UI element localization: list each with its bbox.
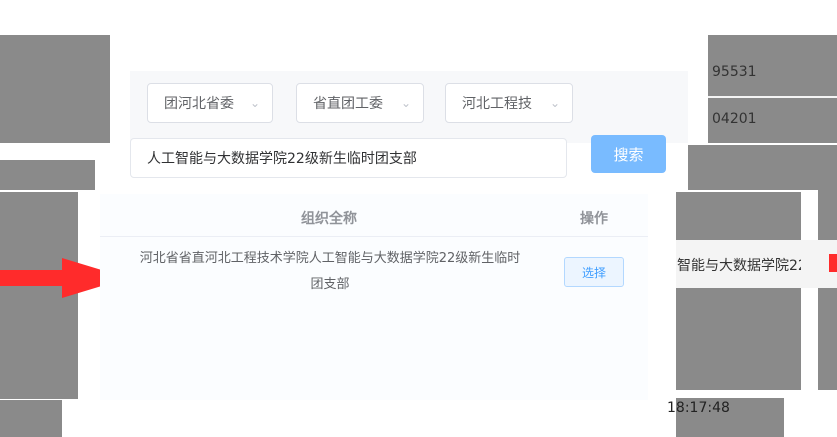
background-cell-text: 04201 [712, 111, 757, 127]
background-panel-left-mid [0, 160, 95, 190]
background-panel-bottom-left [0, 400, 62, 437]
search-button[interactable]: 搜索 [591, 135, 666, 173]
department-select[interactable]: 省直团工委 ⌄ [296, 83, 424, 123]
select-organization-button[interactable]: 选择 [564, 257, 624, 287]
school-select-value: 河北工程技 [462, 96, 532, 112]
province-select[interactable]: 团河北省委 ⌄ [147, 83, 273, 123]
background-panel-left-top [0, 35, 110, 143]
department-select-value: 省直团工委 [313, 96, 383, 112]
background-cell-text: 95531 [712, 64, 757, 80]
chevron-down-icon: ⌄ [549, 96, 560, 110]
organization-full-name-line: 河北省省直河北工程技术学院人工智能与大数据学院22级新生临时 [139, 251, 521, 266]
school-select[interactable]: 河北工程技 ⌄ [445, 83, 573, 123]
search-button-label: 搜索 [613, 145, 644, 164]
organization-search-input[interactable]: 人工智能与大数据学院22级新生临时团支部 [130, 138, 567, 178]
table-header-divider [100, 236, 648, 237]
background-red-marker [829, 254, 837, 272]
chevron-down-icon: ⌄ [400, 96, 411, 110]
chevron-down-icon: ⌄ [249, 96, 260, 110]
select-button-label: 选择 [581, 265, 606, 280]
column-header-full-name: 组织全称 [301, 211, 357, 227]
column-header-action: 操作 [580, 211, 608, 227]
background-row-separator [708, 96, 837, 98]
search-input-value: 人工智能与大数据学院22级新生临时团支部 [147, 151, 417, 167]
organization-full-name-line: 团支部 [310, 277, 350, 292]
organization-full-name: 河北省省直河北工程技术学院人工智能与大数据学院22级新生临时 团支部 [118, 246, 542, 298]
province-select-value: 团河北省委 [164, 96, 234, 112]
